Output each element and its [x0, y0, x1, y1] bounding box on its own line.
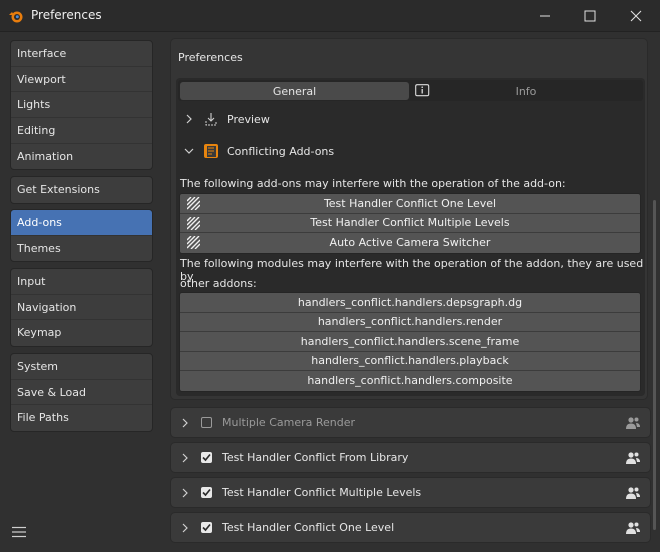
module-name: handlers_conflict.handlers.playback — [311, 354, 509, 368]
sidebar-group-general: Interface Viewport Lights Editing Animat… — [10, 40, 153, 171]
enable-checkbox[interactable] — [201, 417, 212, 428]
list-item[interactable]: Test Handler Conflict One Level — [180, 194, 640, 214]
user-addon-icon — [626, 416, 640, 429]
conflicting-modules-list: handlers_conflict.handlers.depsgraph.dg … — [179, 292, 641, 392]
list-item[interactable]: handlers_conflict.handlers.render — [180, 313, 640, 332]
sidebar-item-add-ons[interactable]: Add-ons — [11, 210, 152, 236]
addon-row-from-library[interactable]: Test Handler Conflict From Library — [170, 442, 651, 473]
conflicting-addons-list: Test Handler Conflict One Level Test Han… — [179, 193, 641, 254]
addon-name: Test Handler Conflict One Level — [323, 196, 497, 210]
sidebar-item-animation[interactable]: Animation — [11, 144, 152, 170]
addon-row-multiple-camera-render[interactable]: Multiple Camera Render — [170, 407, 651, 438]
user-addon-icon — [626, 451, 640, 464]
module-name: handlers_conflict.handlers.render — [317, 315, 503, 329]
sidebar-item-get-extensions[interactable]: Get Extensions — [11, 177, 152, 203]
minimize-icon — [540, 15, 550, 17]
sidebar-item-viewport[interactable]: Viewport — [11, 67, 152, 93]
addon-row-label: Multiple Camera Render — [222, 416, 356, 429]
addon-name: Test Handler Conflict Multiple Levels — [310, 216, 510, 230]
addon-hatch-icon — [187, 236, 200, 249]
addon-row-label: Test Handler Conflict From Library — [222, 451, 409, 464]
user-addon-icon — [626, 521, 640, 534]
list-item[interactable]: Test Handler Conflict Multiple Levels — [180, 214, 640, 233]
user-addon-icon — [626, 486, 640, 499]
addon-row-label: Test Handler Conflict One Level — [222, 521, 395, 534]
minimize-button[interactable] — [522, 0, 568, 32]
list-item[interactable]: handlers_conflict.handlers.composite — [180, 371, 640, 391]
addons-intro-text: The following add-ons may interfere with… — [180, 177, 566, 190]
list-item[interactable]: Auto Active Camera Switcher — [180, 233, 640, 253]
scrollbar[interactable] — [653, 200, 656, 530]
sidebar-item-editing[interactable]: Editing — [11, 118, 152, 144]
enable-checkbox[interactable] — [201, 522, 212, 533]
info-icon — [415, 84, 430, 97]
maximize-icon — [584, 10, 596, 22]
sidebar-item-input[interactable]: Input — [11, 269, 152, 295]
conflict-icon — [204, 144, 218, 158]
chevron-down-icon — [184, 148, 194, 154]
conflicting-addons-label: Conflicting Add-ons — [227, 144, 335, 158]
sidebar-item-keymap[interactable]: Keymap — [11, 320, 152, 346]
addon-row-multiple-levels[interactable]: Test Handler Conflict Multiple Levels — [170, 477, 651, 508]
sidebar-item-interface[interactable]: Interface — [11, 41, 152, 67]
sidebar-item-themes[interactable]: Themes — [11, 236, 152, 262]
sidebar: Interface Viewport Lights Editing Animat… — [0, 32, 162, 552]
checkmark-icon — [202, 523, 211, 532]
sidebar-group-extensions: Get Extensions — [10, 176, 153, 204]
sidebar-group-input: Input Navigation Keymap — [10, 268, 153, 348]
preview-label: Preview — [227, 112, 270, 126]
conflicting-addons-section-header[interactable]: Conflicting Add-ons — [183, 140, 334, 162]
close-icon — [630, 10, 642, 22]
enable-checkbox[interactable] — [201, 487, 212, 498]
tab-info[interactable]: Info — [411, 82, 641, 100]
modules-intro-text-line-2: other addons: — [180, 277, 257, 290]
module-name: handlers_conflict.handlers.scene_frame — [300, 334, 520, 348]
checkmark-icon — [202, 453, 211, 462]
checkmark-icon — [202, 488, 211, 497]
module-name: handlers_conflict.handlers.composite — [307, 374, 513, 388]
preview-section-header[interactable]: Preview — [183, 108, 270, 130]
sidebar-item-save-load[interactable]: Save & Load — [11, 380, 152, 406]
chevron-right-icon[interactable] — [179, 522, 191, 534]
sidebar-item-file-paths[interactable]: File Paths — [11, 405, 152, 431]
close-button[interactable] — [613, 0, 659, 32]
addon-row-label: Test Handler Conflict Multiple Levels — [222, 486, 422, 499]
sidebar-group-system: System Save & Load File Paths — [10, 353, 153, 433]
sidebar-item-navigation[interactable]: Navigation — [11, 295, 152, 321]
preferences-heading: Preferences — [178, 51, 243, 64]
list-item[interactable]: handlers_conflict.handlers.playback — [180, 352, 640, 371]
list-item[interactable]: handlers_conflict.handlers.depsgraph.dg — [180, 293, 640, 313]
addon-row-one-level[interactable]: Test Handler Conflict One Level — [170, 512, 651, 543]
sidebar-group-addons: Add-ons Themes — [10, 209, 153, 263]
enable-checkbox[interactable] — [201, 452, 212, 463]
addon-hatch-icon — [187, 197, 200, 210]
blender-logo-icon — [9, 11, 23, 23]
chevron-right-icon[interactable] — [179, 417, 191, 429]
chevron-right-icon — [186, 114, 192, 124]
tab-general[interactable]: General — [180, 82, 409, 100]
chevron-right-icon[interactable] — [179, 487, 191, 499]
chevron-right-icon[interactable] — [179, 452, 191, 464]
sidebar-item-lights[interactable]: Lights — [11, 92, 152, 119]
list-item[interactable]: handlers_conflict.handlers.scene_frame — [180, 332, 640, 352]
preview-icon — [205, 113, 217, 126]
addon-name: Auto Active Camera Switcher — [329, 236, 491, 250]
sidebar-item-system[interactable]: System — [11, 354, 152, 380]
addon-hatch-icon — [187, 216, 200, 230]
menu-icon[interactable] — [12, 526, 26, 538]
window-title: Preferences — [31, 8, 102, 22]
maximize-button[interactable] — [567, 0, 613, 32]
module-name: handlers_conflict.handlers.depsgraph.dg — [297, 295, 523, 309]
